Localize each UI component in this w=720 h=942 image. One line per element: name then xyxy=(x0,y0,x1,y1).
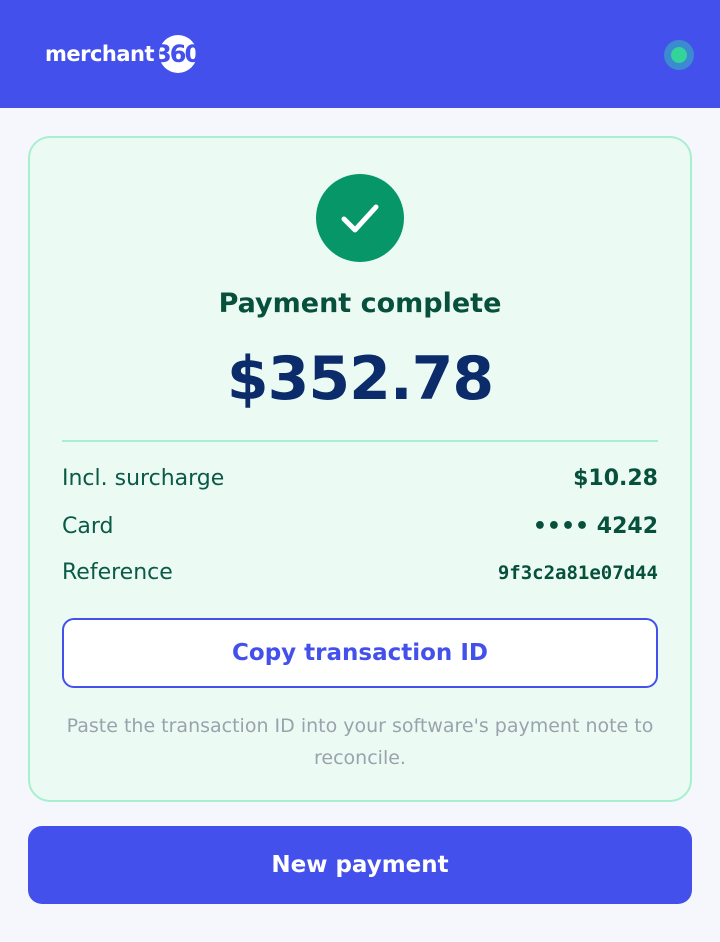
brand-logo: merchant 360 xyxy=(45,32,201,76)
new-payment-button[interactable]: New payment xyxy=(28,826,692,904)
logo-badge: 360 xyxy=(155,33,201,75)
reference-id: 9f3c2a81e07d44 xyxy=(497,562,658,584)
connection-status-dot-icon xyxy=(664,40,694,70)
logo-wordmark: merchant xyxy=(45,42,155,66)
reconcile-hint: Paste the transaction ID into your softw… xyxy=(66,715,654,769)
detail-row-reference: Reference 9f3c2a81e07d44 xyxy=(62,560,658,592)
checkmark-icon xyxy=(316,174,404,262)
detail-label: Incl. surcharge xyxy=(62,466,225,491)
payment-receipt-card: Payment complete $352.78 Incl. surcharge… xyxy=(28,136,692,802)
payment-amount: $352.78 xyxy=(226,344,494,414)
app-header: merchant 360 xyxy=(0,0,720,108)
detail-row-surcharge: Incl. surcharge $10.28 xyxy=(62,466,658,498)
detail-label: Card xyxy=(62,514,114,539)
copy-transaction-id-button[interactable]: Copy transaction ID xyxy=(62,618,658,688)
payment-status-title: Payment complete xyxy=(218,288,502,319)
detail-value: •••• 4242 xyxy=(532,514,658,539)
detail-label: Reference xyxy=(62,560,173,585)
detail-value: $10.28 xyxy=(573,466,658,491)
logo-number: 360 xyxy=(155,40,201,68)
divider xyxy=(62,440,658,442)
detail-row-card: Card •••• 4242 xyxy=(62,514,658,546)
